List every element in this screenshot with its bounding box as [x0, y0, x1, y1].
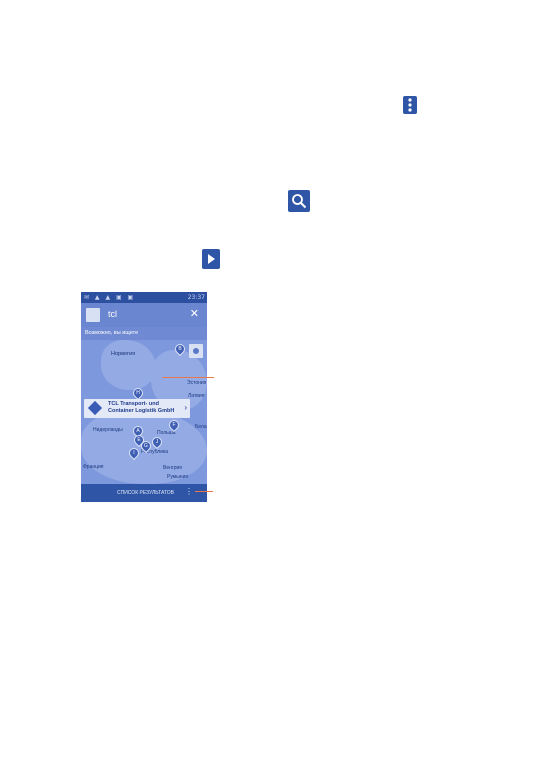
callout-line-menu	[195, 491, 213, 492]
place-title-line2: Container Logistik GmbH	[108, 408, 175, 414]
label-estonia: Эстония	[187, 380, 207, 386]
chevron-right-icon[interactable]: ›	[184, 403, 187, 412]
place-title-line1: TCL Transport- und	[108, 401, 159, 407]
place-title: TCL Transport- und Container Logistik Gm…	[108, 401, 174, 415]
map-view[interactable]: Норвегия Эстония Латвия Нидерланды Польш…	[81, 340, 207, 484]
label-hungary: Венгрия	[163, 465, 182, 471]
label-romania: Румыния	[167, 474, 189, 480]
place-info-card[interactable]: TCL Transport- und Container Logistik Gm…	[84, 399, 190, 418]
directions-icon[interactable]	[87, 400, 103, 416]
label-norway: Норвегия	[111, 351, 136, 357]
notification-icons: ✉ ▲ ▲ ▣ ▣	[84, 294, 136, 301]
map-pin[interactable]: H	[130, 385, 146, 401]
label-netherlands: Нидерланды	[93, 427, 123, 433]
more-dots-icon[interactable]: ⋮	[185, 487, 193, 496]
label-latvia: Латвия	[188, 393, 205, 399]
suggestions-header: Возможно, вы ищете	[81, 327, 207, 340]
close-icon[interactable]: ✕	[190, 307, 199, 320]
land-scandinavia	[101, 340, 156, 390]
play-icon	[202, 249, 220, 269]
search-icon	[288, 190, 310, 212]
suggestions-label: Возможно, вы ищете	[85, 330, 139, 336]
my-location-button[interactable]	[189, 344, 203, 358]
status-bar: ✉ ▲ ▲ ▣ ▣ 23:37	[81, 292, 207, 303]
phone-screenshot: ✉ ▲ ▲ ▣ ▣ 23:37 tcl ✕ Возможно, вы ищете…	[81, 292, 207, 502]
status-time: 23:37	[187, 294, 205, 301]
results-list-label[interactable]: СПИСОК РЕЗУЛЬТАТОВ	[117, 490, 174, 496]
label-belarus: Бела	[195, 424, 207, 430]
search-query[interactable]: tcl	[108, 309, 117, 319]
search-bar[interactable]: tcl ✕	[81, 303, 207, 327]
label-france: Франция	[83, 464, 104, 470]
menu-dots-icon	[403, 96, 417, 114]
maps-app-icon[interactable]	[86, 308, 100, 322]
callout-line-map	[162, 377, 214, 378]
results-bar[interactable]: СПИСОК РЕЗУЛЬТАТОВ ⋮	[81, 484, 207, 502]
